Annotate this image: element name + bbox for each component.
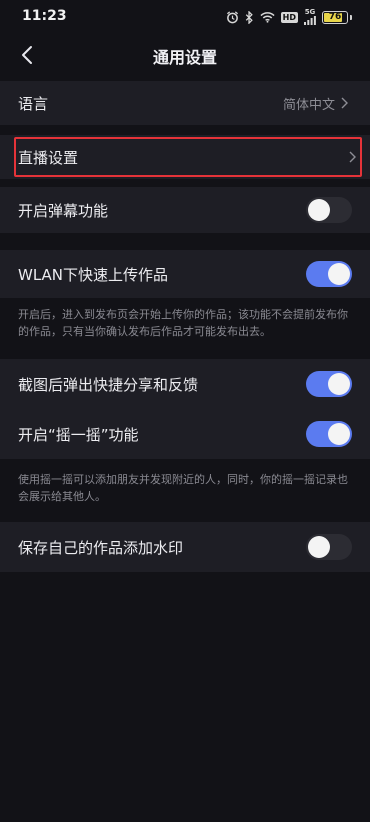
language-label: 语言 bbox=[18, 94, 49, 113]
status-time: 11:23 bbox=[22, 8, 67, 24]
battery-icon: 76 bbox=[322, 10, 348, 24]
chevron-right-icon bbox=[341, 97, 348, 109]
live-settings-label: 直播设置 bbox=[18, 148, 79, 167]
danmaku-row: 开启弹幕功能 bbox=[0, 187, 370, 233]
signal-bars-icon bbox=[304, 16, 316, 25]
shake-label: 开启“摇一摇”功能 bbox=[18, 425, 139, 444]
live-settings-row[interactable]: 直播设置 bbox=[0, 135, 370, 179]
watermark-row: 保存自己的作品添加水印 bbox=[0, 522, 370, 572]
language-row[interactable]: 语言 简体中文 bbox=[0, 81, 370, 125]
watermark-toggle[interactable] bbox=[306, 534, 352, 560]
toggle-knob bbox=[328, 423, 350, 445]
language-value-group: 简体中文 bbox=[283, 94, 348, 113]
bluetooth-icon bbox=[245, 10, 254, 24]
battery-cap bbox=[350, 14, 352, 20]
toggle-knob bbox=[328, 263, 350, 285]
hd-badge: HD bbox=[280, 11, 298, 23]
toggle-knob bbox=[328, 373, 350, 395]
shake-toggle[interactable] bbox=[306, 421, 352, 447]
wlan-upload-label: WLAN下快速上传作品 bbox=[18, 265, 169, 284]
screenshot-share-toggle[interactable] bbox=[306, 371, 352, 397]
wlan-upload-toggle[interactable] bbox=[306, 261, 352, 287]
wlan-upload-description: 开启后，进入到发布页会开始上传你的作品；该功能不会提前发布你的作品，只有当你确认… bbox=[18, 308, 348, 338]
shake-row: 开启“摇一摇”功能 bbox=[0, 409, 370, 459]
toggle-knob bbox=[308, 199, 330, 221]
nav-bar: 通用设置 bbox=[0, 34, 370, 76]
watermark-label: 保存自己的作品添加水印 bbox=[18, 538, 184, 557]
danmaku-label: 开启弹幕功能 bbox=[18, 201, 109, 220]
status-icons: HD 5G 76 bbox=[226, 8, 352, 26]
language-value: 简体中文 bbox=[282, 97, 335, 113]
page-title: 通用设置 bbox=[152, 48, 217, 67]
screenshot-share-row: 截图后弹出快捷分享和反馈 bbox=[0, 359, 370, 409]
wlan-upload-row: WLAN下快速上传作品 bbox=[0, 250, 370, 298]
status-bar: 11:23 HD 5G 76 bbox=[0, 0, 370, 34]
battery-level: 76 bbox=[328, 11, 342, 22]
chevron-right-icon bbox=[349, 151, 356, 163]
alarm-icon bbox=[226, 10, 239, 24]
screenshot-share-label: 截图后弹出快捷分享和反馈 bbox=[18, 375, 199, 394]
cellular-signal: 5G bbox=[304, 9, 316, 25]
network-type-label: 5G bbox=[304, 8, 316, 16]
wifi-icon bbox=[260, 11, 275, 23]
toggle-knob bbox=[308, 536, 330, 558]
shake-description: 使用摇一摇可以添加朋友并发现附近的人，同时，你的摇一摇记录也会展示给其他人。 bbox=[18, 473, 348, 503]
danmaku-toggle[interactable] bbox=[306, 197, 352, 223]
